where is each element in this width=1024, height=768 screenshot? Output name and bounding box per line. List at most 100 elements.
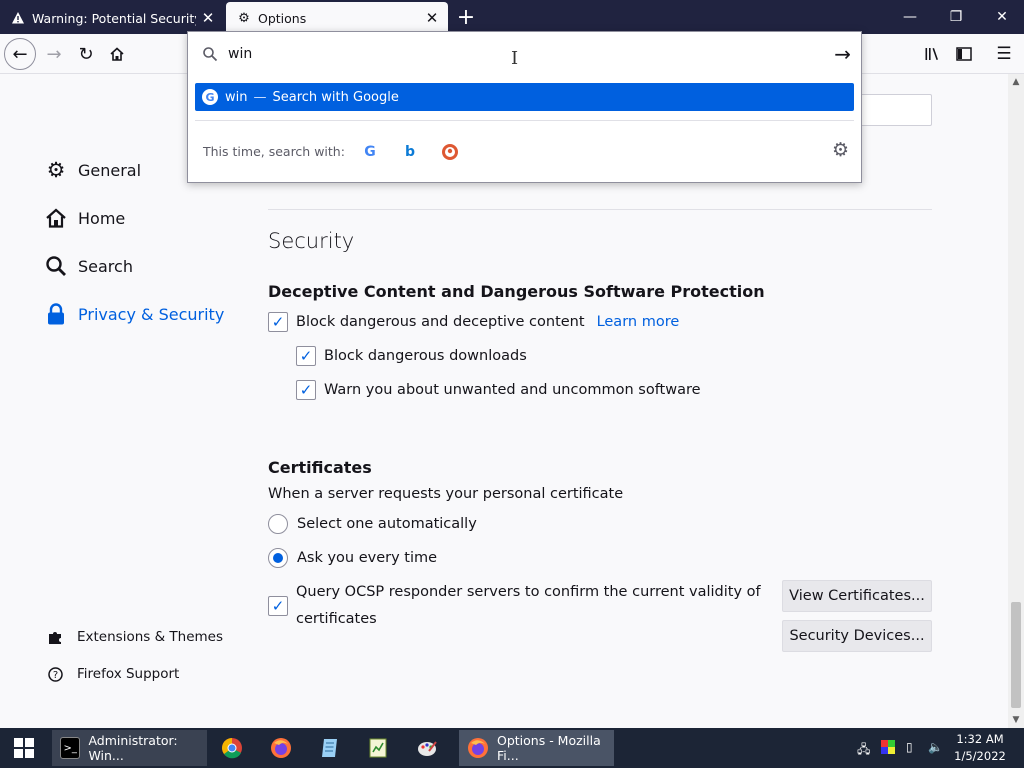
- ask-every-row: Ask you every time: [268, 548, 437, 568]
- taskbar-cmd[interactable]: >_ Administrator: Win...: [52, 730, 207, 766]
- home-icon: [44, 206, 68, 230]
- tab-security-warning[interactable]: Warning: Potential Security Risk Ahead ✕: [0, 2, 224, 34]
- duckduckgo-engine-icon[interactable]: [440, 142, 460, 162]
- system-clock[interactable]: 1:32 AM 1/5/2022: [950, 731, 1010, 765]
- divider: [195, 120, 854, 121]
- tab-title: Warning: Potential Security Risk Ahead: [32, 10, 196, 26]
- reload-button[interactable]: ↻: [70, 38, 102, 70]
- firefox-icon: [270, 737, 292, 759]
- select-auto-radio[interactable]: [268, 514, 288, 534]
- learn-more-link[interactable]: Learn more: [597, 314, 680, 330]
- help-icon: ?: [46, 666, 64, 682]
- terminal-icon: >_: [60, 737, 81, 759]
- google-engine-icon[interactable]: G: [360, 142, 380, 162]
- close-icon[interactable]: ✕: [196, 6, 220, 30]
- urlbar-popup: I → G win — Search with Google This time…: [187, 31, 862, 183]
- firefox-support-link[interactable]: ? Firefox Support: [46, 666, 179, 682]
- gear-icon: ⚙: [46, 158, 66, 182]
- url-input[interactable]: [228, 46, 788, 62]
- block-dangerous-checkbox[interactable]: ✓: [268, 312, 288, 332]
- certificates-intro: When a server requests your personal cer…: [268, 486, 624, 502]
- ocsp-row: ✓: [268, 596, 296, 616]
- urlbar: [188, 32, 861, 76]
- minimize-button[interactable]: —: [887, 0, 933, 34]
- taskbar-firefox[interactable]: [262, 730, 308, 766]
- close-icon[interactable]: ✕: [420, 6, 444, 30]
- clock-time: 1:32 AM: [956, 732, 1004, 746]
- search-icon: [192, 46, 228, 62]
- sidebar-item-privacy-security[interactable]: Privacy & Security: [44, 302, 224, 326]
- sidebar-item-home[interactable]: Home: [44, 206, 125, 230]
- block-downloads-checkbox[interactable]: ✓: [296, 346, 316, 366]
- notepad-icon: [319, 737, 341, 759]
- taskbar-paint[interactable]: [408, 730, 454, 766]
- puzzle-icon: [46, 630, 64, 645]
- warn-unwanted-label: Warn you about unwanted and uncommon sof…: [324, 382, 701, 398]
- ocsp-checkbox[interactable]: ✓: [268, 596, 288, 616]
- security-heading: Security: [268, 229, 355, 253]
- forward-button[interactable]: →: [38, 38, 70, 70]
- block-dangerous-row: ✓ Block dangerous and deceptive content …: [268, 312, 679, 332]
- bing-engine-icon[interactable]: b: [400, 142, 420, 162]
- home-button[interactable]: [101, 38, 133, 70]
- volume-icon[interactable]: 🔈: [928, 740, 943, 754]
- sidebar-toggle-icon[interactable]: [948, 38, 980, 70]
- gear-icon: ⚙: [238, 10, 250, 26]
- text-cursor-icon: I: [511, 48, 519, 69]
- extensions-themes-label: Extensions & Themes: [77, 629, 224, 645]
- chrome-icon: [221, 737, 243, 759]
- section-divider: [268, 209, 932, 210]
- deceptive-content-heading: Deceptive Content and Dangerous Software…: [268, 282, 765, 301]
- search-icon: [44, 254, 68, 278]
- block-downloads-row: ✓ Block dangerous downloads: [296, 346, 527, 366]
- taskbar-firefox-options[interactable]: Options - Mozilla Fi...: [459, 730, 614, 766]
- clock-date: 1/5/2022: [954, 749, 1006, 763]
- sidebar-item-label: Search: [78, 256, 133, 276]
- tab-strip: Warning: Potential Security Risk Ahead ✕…: [0, 0, 1024, 34]
- taskbar-notepad[interactable]: [311, 730, 357, 766]
- warn-unwanted-checkbox[interactable]: ✓: [296, 380, 316, 400]
- tab-options[interactable]: ⚙ Options ✕: [226, 2, 448, 34]
- network-icon[interactable]: 🖧: [857, 740, 870, 761]
- certificates-heading: Certificates: [268, 458, 372, 477]
- close-window-button[interactable]: ✕: [979, 0, 1024, 34]
- lock-icon: [44, 302, 68, 326]
- suggestion-term: win: [225, 89, 248, 105]
- vertical-scrollbar[interactable]: ▲ ▼: [1008, 74, 1024, 728]
- scroll-down-icon[interactable]: ▼: [1008, 712, 1024, 728]
- extensions-themes-link[interactable]: Extensions & Themes: [46, 629, 223, 645]
- spreadsheet-icon: [367, 737, 389, 759]
- block-dangerous-label: Block dangerous and deceptive content: [296, 314, 585, 330]
- sidebar-item-label: Home: [78, 208, 126, 228]
- firefox-support-label: Firefox Support: [77, 666, 180, 682]
- sidebar-item-label: General: [78, 160, 142, 180]
- sidebar-item-search[interactable]: Search: [44, 254, 133, 278]
- ocsp-label-line2: certificates: [296, 611, 377, 627]
- search-suggestion-row[interactable]: G win — Search with Google: [195, 83, 854, 111]
- taskbar-cmd-label: Administrator: Win...: [88, 733, 178, 763]
- menu-icon[interactable]: ☰: [988, 38, 1020, 70]
- block-downloads-label: Block dangerous downloads: [324, 348, 527, 364]
- new-tab-button[interactable]: +: [452, 4, 480, 30]
- taskbar-spreadsheet[interactable]: [359, 730, 405, 766]
- taskbar: >_ Administrator: Win... Options - Mozil…: [0, 728, 1024, 768]
- library-icon[interactable]: [916, 38, 948, 70]
- go-arrow-icon[interactable]: →: [834, 42, 851, 66]
- search-settings-gear-icon[interactable]: ⚙: [832, 139, 849, 161]
- usb-icon[interactable]: ▯: [906, 740, 913, 754]
- svg-text:?: ?: [52, 670, 57, 681]
- google-icon: G: [202, 89, 218, 105]
- security-devices-button[interactable]: Security Devices...: [782, 620, 932, 652]
- windows-start-icon[interactable]: [0, 728, 48, 768]
- taskbar-chrome[interactable]: [213, 730, 259, 766]
- back-button[interactable]: ←: [4, 38, 36, 70]
- scroll-up-icon[interactable]: ▲: [1008, 74, 1024, 90]
- view-certificates-button[interactable]: View Certificates...: [782, 580, 932, 612]
- maximize-button[interactable]: ❐: [933, 0, 979, 34]
- scrollbar-thumb[interactable]: [1011, 602, 1021, 708]
- sidebar-item-label: Privacy & Security: [78, 304, 225, 324]
- sidebar-item-general[interactable]: ⚙ General: [44, 158, 141, 182]
- ask-every-radio[interactable]: [268, 548, 288, 568]
- firefox-icon: [467, 737, 489, 759]
- display-icon[interactable]: [881, 740, 895, 757]
